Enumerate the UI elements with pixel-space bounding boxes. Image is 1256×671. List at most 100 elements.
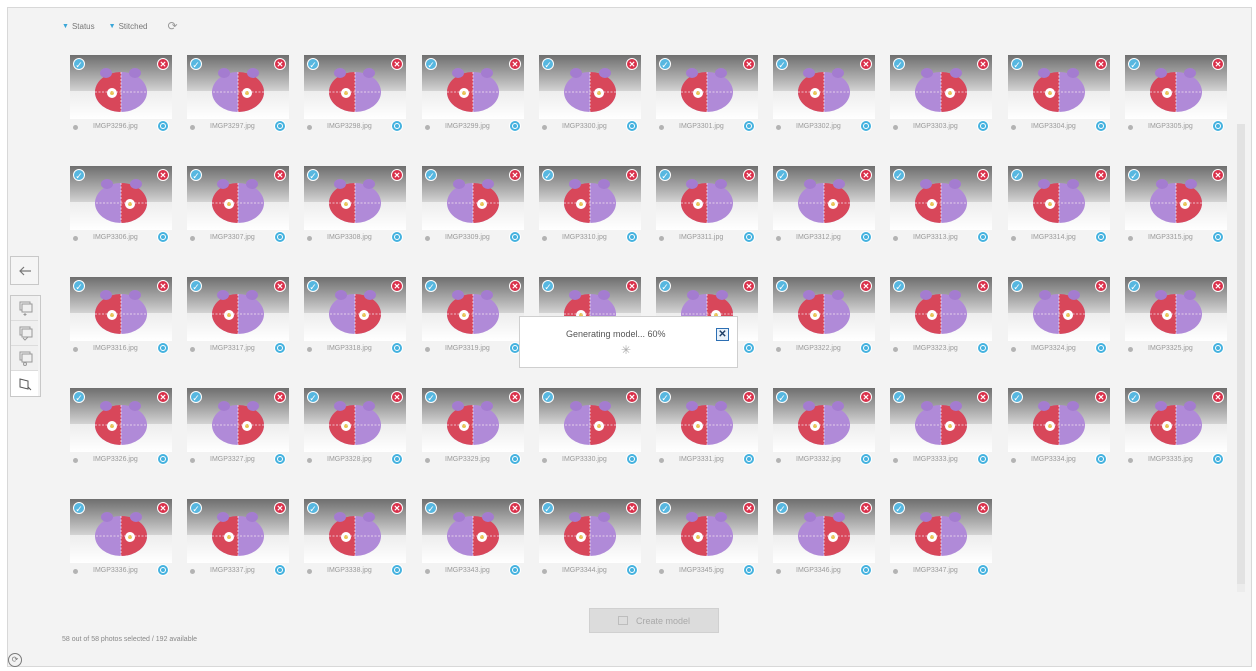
photo-tile[interactable]: ✓ ✕ IMGP3333.jpg [890, 388, 992, 468]
zoom-icon[interactable] [1212, 120, 1224, 132]
remove-icon[interactable]: ✕ [509, 391, 521, 403]
selected-check-icon[interactable]: ✓ [73, 391, 85, 403]
remove-icon[interactable]: ✕ [1212, 280, 1224, 292]
selected-check-icon[interactable]: ✓ [1011, 58, 1023, 70]
check-photos-button[interactable] [11, 321, 38, 346]
selected-check-icon[interactable]: ✓ [307, 502, 319, 514]
zoom-icon[interactable] [743, 453, 755, 465]
zoom-icon[interactable] [626, 564, 638, 576]
photo-tile[interactable]: ✓ ✕ IMGP3346.jpg [773, 499, 875, 579]
remove-icon[interactable]: ✕ [1095, 280, 1107, 292]
photo-settings-button[interactable] [11, 346, 38, 371]
photo-tile[interactable]: ✓ ✕ IMGP3303.jpg [890, 55, 992, 135]
remove-icon[interactable]: ✕ [274, 58, 286, 70]
photo-tile[interactable]: ✓ ✕ IMGP3317.jpg [187, 277, 289, 357]
photo-tile[interactable]: ✓ ✕ IMGP3329.jpg [422, 388, 524, 468]
selected-check-icon[interactable]: ✓ [425, 502, 437, 514]
photo-tile[interactable]: ✓ ✕ IMGP3313.jpg [890, 166, 992, 246]
remove-icon[interactable]: ✕ [391, 169, 403, 181]
photo-tile[interactable]: ✓ ✕ IMGP3334.jpg [1008, 388, 1110, 468]
photo-tile[interactable]: ✓ ✕ IMGP3310.jpg [539, 166, 641, 246]
zoom-icon[interactable] [860, 120, 872, 132]
photo-tile[interactable]: ✓ ✕ IMGP3327.jpg [187, 388, 289, 468]
photo-tile[interactable]: ✓ ✕ IMGP3298.jpg [304, 55, 406, 135]
photo-tile[interactable]: ✓ ✕ IMGP3296.jpg [70, 55, 172, 135]
remove-icon[interactable]: ✕ [391, 280, 403, 292]
zoom-icon[interactable] [626, 453, 638, 465]
selected-check-icon[interactable]: ✓ [893, 280, 905, 292]
selected-check-icon[interactable]: ✓ [659, 280, 671, 292]
zoom-icon[interactable] [274, 453, 286, 465]
zoom-icon[interactable] [1095, 231, 1107, 243]
photo-tile[interactable]: ✓ ✕ IMGP3301.jpg [656, 55, 758, 135]
selected-check-icon[interactable]: ✓ [1128, 391, 1140, 403]
photo-tile[interactable]: ✓ ✕ IMGP3318.jpg [304, 277, 406, 357]
selected-check-icon[interactable]: ✓ [776, 280, 788, 292]
selected-check-icon[interactable]: ✓ [425, 169, 437, 181]
selected-check-icon[interactable]: ✓ [776, 502, 788, 514]
remove-icon[interactable]: ✕ [1095, 169, 1107, 181]
close-dialog-button[interactable]: ✕ [716, 328, 729, 341]
selected-check-icon[interactable]: ✓ [542, 391, 554, 403]
remove-icon[interactable]: ✕ [509, 280, 521, 292]
zoom-icon[interactable] [274, 120, 286, 132]
selected-check-icon[interactable]: ✓ [425, 391, 437, 403]
photo-tile[interactable]: ✓ ✕ IMGP3345.jpg [656, 499, 758, 579]
remove-icon[interactable]: ✕ [977, 169, 989, 181]
selected-check-icon[interactable]: ✓ [659, 391, 671, 403]
remove-icon[interactable]: ✕ [743, 58, 755, 70]
selected-check-icon[interactable]: ✓ [73, 58, 85, 70]
remove-icon[interactable]: ✕ [743, 280, 755, 292]
selected-check-icon[interactable]: ✓ [542, 58, 554, 70]
selected-check-icon[interactable]: ✓ [893, 502, 905, 514]
zoom-icon[interactable] [977, 120, 989, 132]
selected-check-icon[interactable]: ✓ [307, 58, 319, 70]
remove-icon[interactable]: ✕ [157, 502, 169, 514]
selected-check-icon[interactable]: ✓ [190, 502, 202, 514]
zoom-icon[interactable] [157, 231, 169, 243]
remove-icon[interactable]: ✕ [157, 280, 169, 292]
zoom-icon[interactable] [860, 342, 872, 354]
refresh-circle-icon[interactable]: ⟳ [8, 653, 22, 667]
selected-check-icon[interactable]: ✓ [1128, 169, 1140, 181]
remove-icon[interactable]: ✕ [1212, 391, 1224, 403]
zoom-icon[interactable] [391, 453, 403, 465]
remove-icon[interactable]: ✕ [274, 169, 286, 181]
zoom-icon[interactable] [626, 120, 638, 132]
photo-tile[interactable]: ✓ ✕ IMGP3306.jpg [70, 166, 172, 246]
selected-check-icon[interactable]: ✓ [542, 502, 554, 514]
remove-icon[interactable]: ✕ [274, 280, 286, 292]
photo-tile[interactable]: ✓ ✕ IMGP3305.jpg [1125, 55, 1227, 135]
zoom-icon[interactable] [509, 231, 521, 243]
zoom-icon[interactable] [391, 231, 403, 243]
selected-check-icon[interactable]: ✓ [1011, 280, 1023, 292]
zoom-icon[interactable] [1212, 231, 1224, 243]
zoom-icon[interactable] [743, 564, 755, 576]
add-photos-button[interactable] [11, 296, 38, 321]
selected-check-icon[interactable]: ✓ [73, 502, 85, 514]
zoom-icon[interactable] [157, 120, 169, 132]
selected-check-icon[interactable]: ✓ [1011, 169, 1023, 181]
zoom-icon[interactable] [157, 564, 169, 576]
zoom-icon[interactable] [743, 231, 755, 243]
photo-tile[interactable]: ✓ ✕ IMGP3307.jpg [187, 166, 289, 246]
remove-icon[interactable]: ✕ [509, 502, 521, 514]
selected-check-icon[interactable]: ✓ [1011, 391, 1023, 403]
photo-tile[interactable]: ✓ ✕ IMGP3344.jpg [539, 499, 641, 579]
photo-tile[interactable]: ✓ ✕ IMGP3323.jpg [890, 277, 992, 357]
remove-icon[interactable]: ✕ [860, 169, 872, 181]
selected-check-icon[interactable]: ✓ [190, 391, 202, 403]
remove-icon[interactable]: ✕ [509, 169, 521, 181]
selected-check-icon[interactable]: ✓ [307, 280, 319, 292]
selected-check-icon[interactable]: ✓ [73, 280, 85, 292]
photo-tile[interactable]: ✓ ✕ IMGP3335.jpg [1125, 388, 1227, 468]
photo-tile[interactable]: ✓ ✕ IMGP3347.jpg [890, 499, 992, 579]
refresh-icon[interactable]: ⟳ [167, 19, 177, 33]
photo-tile[interactable]: ✓ ✕ IMGP3336.jpg [70, 499, 172, 579]
zoom-icon[interactable] [1212, 342, 1224, 354]
selected-check-icon[interactable]: ✓ [776, 58, 788, 70]
remove-icon[interactable]: ✕ [157, 58, 169, 70]
remove-icon[interactable]: ✕ [977, 502, 989, 514]
scrollbar-thumb[interactable] [1237, 124, 1245, 584]
remove-icon[interactable]: ✕ [391, 502, 403, 514]
